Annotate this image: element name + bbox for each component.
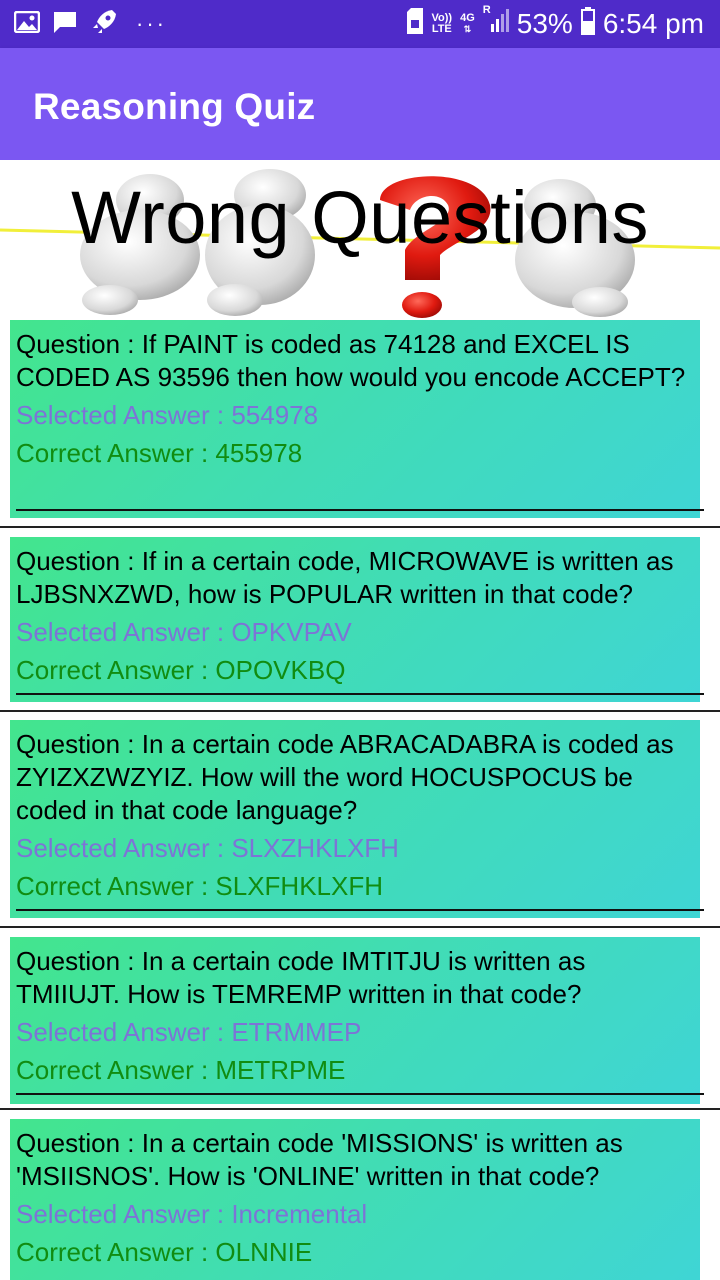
- correct-answer: Correct Answer : SLXFHKLXFH: [16, 871, 383, 901]
- correct-answer: Correct Answer : METRPME: [16, 1055, 346, 1085]
- question-text: Question : If in a certain code, MICROWA…: [16, 546, 674, 609]
- question-card[interactable]: Question : If in a certain code, MICROWA…: [10, 537, 704, 702]
- list-item[interactable]: Question : In a certain code ABRACADABRA…: [0, 712, 720, 928]
- rocket-icon: [90, 8, 118, 41]
- banner-title: Wrong Questions: [71, 176, 649, 259]
- answer-underline: [16, 1093, 704, 1095]
- question-card[interactable]: Question : In a certain code 'MISSIONS' …: [10, 1119, 700, 1280]
- correct-answer: Correct Answer : 455978: [16, 438, 303, 468]
- list-item[interactable]: Question : In a certain code IMTITJU is …: [0, 928, 720, 1112]
- question-text: Question : In a certain code IMTITJU is …: [16, 946, 586, 1009]
- correct-answer: Correct Answer : OPOVKBQ: [16, 655, 346, 685]
- list-item[interactable]: Question : If in a certain code, MICROWA…: [0, 528, 720, 712]
- app-title: Reasoning Quiz: [33, 86, 316, 127]
- selected-answer: Selected Answer : Incremental: [16, 1199, 368, 1229]
- question-card[interactable]: Question : If PAINT is coded as 74128 an…: [10, 320, 704, 518]
- sim-icon: [406, 7, 424, 41]
- selected-answer: Selected Answer : SLXZHKLXFH: [16, 833, 399, 863]
- message-icon: [52, 10, 78, 39]
- banner: Wrong Questions: [0, 160, 720, 320]
- question-text: Question : If PAINT is coded as 74128 an…: [16, 329, 686, 392]
- question-card[interactable]: Question : In a certain code IMTITJU is …: [10, 937, 704, 1104]
- signal-icon: R: [483, 4, 509, 41]
- battery-icon: [580, 6, 595, 42]
- clock: 6:54 pm: [602, 8, 704, 39]
- answer-underline: [16, 909, 704, 911]
- more-dots-icon: ···: [136, 11, 167, 36]
- battery-percent: 53%: [516, 8, 573, 39]
- roaming-indicator: R: [482, 3, 491, 16]
- answer-underline: [16, 693, 704, 695]
- answer-underline: [16, 509, 704, 511]
- status-bar: ··· Vo)) LTE 4G ⇅ R 53% 6:54 pm: [0, 0, 720, 48]
- selected-answer: Selected Answer : OPKVPAV: [16, 617, 352, 647]
- list-item[interactable]: Question : In a certain code 'MISSIONS' …: [0, 1110, 720, 1280]
- question-text: Question : In a certain code 'MISSIONS' …: [16, 1128, 623, 1191]
- volte-indicator: Vo)) LTE: [431, 12, 453, 35]
- selected-answer: Selected Answer : ETRMMEP: [16, 1017, 362, 1047]
- network-type: 4G ⇅: [460, 12, 475, 35]
- selected-answer: Selected Answer : 554978: [16, 400, 319, 430]
- correct-answer: Correct Answer : OLNNIE: [16, 1237, 313, 1267]
- question-text: Question : In a certain code ABRACADABRA…: [16, 729, 674, 825]
- question-card[interactable]: Question : In a certain code ABRACADABRA…: [10, 720, 704, 918]
- image-icon: [13, 10, 41, 38]
- app-bar: Reasoning Quiz: [0, 48, 720, 160]
- list-item[interactable]: Question : If PAINT is coded as 74128 an…: [0, 320, 720, 528]
